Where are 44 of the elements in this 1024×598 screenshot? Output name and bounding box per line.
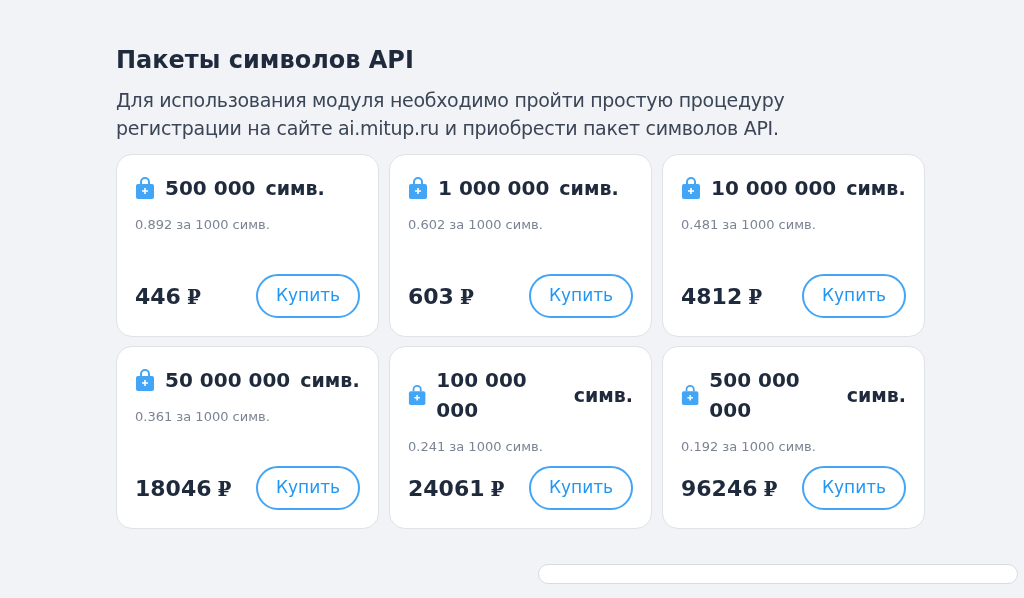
buy-button[interactable]: Купить: [256, 274, 360, 318]
unit-label: симв.: [559, 175, 619, 201]
package-amount: 500 000 000: [709, 367, 801, 424]
shopping-bag-icon: [681, 384, 700, 406]
package-amount: 1 000 000: [438, 175, 550, 202]
buy-button[interactable]: Купить: [256, 466, 360, 510]
price: 446: [135, 282, 181, 311]
shopping-bag-icon: [135, 177, 155, 199]
package-amount: 10 000 000: [711, 175, 837, 202]
package-amount: 50 000 000: [165, 367, 291, 394]
package-amount: 100 000 000: [436, 367, 528, 424]
unit-label: симв.: [846, 382, 906, 408]
shopping-bag-icon: [408, 384, 427, 406]
rate-text: 0.602 за 1000 симв.: [408, 216, 544, 234]
shopping-bag-icon: [408, 177, 428, 199]
buy-button[interactable]: Купить: [529, 274, 633, 318]
buy-button[interactable]: Купить: [802, 466, 906, 510]
price: 603: [408, 282, 454, 311]
unit-label: симв.: [265, 175, 325, 201]
price: 24061: [408, 474, 485, 503]
currency-sign: ₽: [186, 283, 201, 311]
currency-sign: ₽: [490, 475, 505, 503]
rate-text: 0.361 за 1000 симв.: [135, 408, 271, 426]
rate-text: 0.241 за 1000 симв.: [408, 438, 544, 456]
description-text: Для использования модуля необходимо пройти простую процедуру регистрации на сайте ai.mitup.ru и приобрести пакет символов API.: [116, 88, 786, 141]
shopping-bag-icon: [681, 177, 701, 199]
rate-text: 0.192 за 1000 симв.: [681, 438, 817, 456]
unit-label: симв.: [300, 367, 360, 393]
unit-label: симв.: [846, 175, 906, 201]
package-amount: 500 000: [165, 175, 256, 202]
buy-button[interactable]: Купить: [529, 466, 633, 510]
price: 18046: [135, 474, 212, 503]
currency-sign: ₽: [217, 475, 232, 503]
price: 4812: [681, 282, 743, 311]
price: 96246: [681, 474, 758, 503]
rate-text: 0.481 за 1000 симв.: [681, 216, 817, 234]
unit-label: симв.: [573, 382, 633, 408]
shopping-bag-icon: [135, 369, 155, 391]
rate-text: 0.892 за 1000 симв.: [135, 216, 271, 234]
currency-sign: ₽: [763, 475, 778, 503]
section-title: Пакеты символов API: [116, 45, 415, 76]
buy-button[interactable]: Купить: [802, 274, 906, 318]
currency-sign: ₽: [748, 283, 763, 311]
currency-sign: ₽: [459, 283, 474, 311]
